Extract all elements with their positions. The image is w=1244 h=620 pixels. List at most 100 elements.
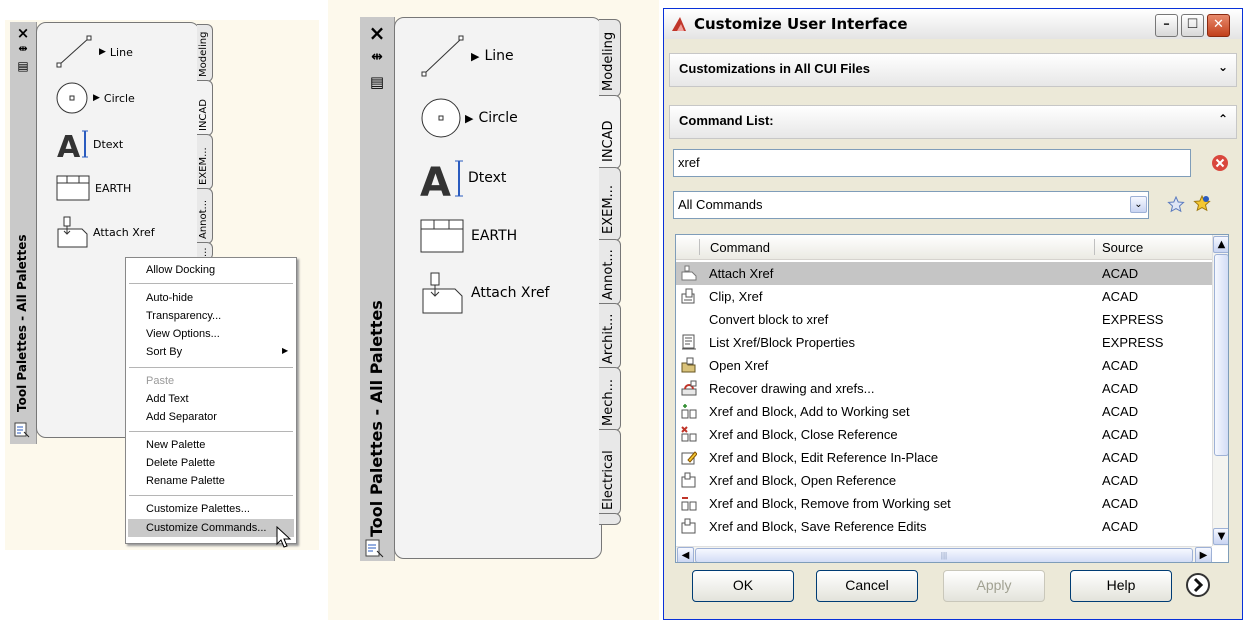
command-filter-select[interactable]: All Commands ⌄	[673, 191, 1149, 219]
table-row[interactable]: Xref and Block, Open Reference ACAD	[676, 469, 1212, 492]
table-row[interactable]: Recover drawing and xrefs... ACAD	[676, 377, 1212, 400]
menu-item-sort-by[interactable]: Sort By	[146, 344, 182, 360]
menu-item-transparency[interactable]: Transparency...	[146, 308, 221, 324]
expand-dialog-icon[interactable]	[1185, 572, 1211, 598]
tool-circle[interactable]: ▶ Circle	[55, 81, 135, 115]
tool-line[interactable]: ▶ Line	[419, 34, 514, 78]
menu-item-add-text[interactable]: Add Text	[146, 391, 189, 407]
menu-separator	[129, 367, 293, 368]
tool-label: Attach Xref	[471, 285, 550, 301]
help-button[interactable]: Help	[1070, 570, 1172, 602]
close-icon[interactable]: ×	[10, 24, 36, 42]
scroll-down-icon[interactable]: ▼	[1213, 528, 1228, 545]
tool-line[interactable]: ▶ Line	[55, 35, 133, 69]
tool-dtext[interactable]: A Dtext	[419, 156, 506, 200]
command-search-input[interactable]: xref	[673, 149, 1191, 177]
tool-circle[interactable]: ▶ Circle	[419, 96, 518, 140]
autohide-icon[interactable]: ⇹	[360, 49, 394, 65]
tab-exem[interactable]: EXEM...	[599, 167, 621, 241]
chevron-down-icon[interactable]: ⌄	[1130, 196, 1147, 213]
close-icon[interactable]: ×	[360, 21, 394, 45]
tab-mech[interactable]: Mech...	[599, 367, 621, 431]
palette-menu-icon[interactable]	[365, 539, 385, 559]
tab-incad[interactable]: INCAD	[599, 95, 621, 169]
command-list-section-header[interactable]: Command List: ⌃	[669, 105, 1237, 139]
properties-icon[interactable]: ▤	[360, 73, 394, 91]
menu-item-new-palette[interactable]: New Palette	[146, 437, 205, 453]
context-menu: Allow Docking Auto-hide Transparency... …	[125, 257, 297, 548]
table-row[interactable]: Xref and Block, Save Reference Edits ACAD	[676, 515, 1212, 538]
scroll-right-icon[interactable]: ▶	[1195, 547, 1212, 562]
open-reference-icon	[681, 472, 696, 488]
menu-item-allow-docking[interactable]: Allow Docking	[146, 262, 215, 278]
menu-item-view-options[interactable]: View Options...	[146, 326, 220, 342]
tab-annot[interactable]: Annot...	[599, 239, 621, 305]
hscroll-thumb[interactable]: |||	[695, 548, 1193, 562]
maximize-button[interactable]: ☐	[1181, 14, 1204, 37]
ok-button[interactable]: OK	[692, 570, 794, 602]
tool-attach-xref[interactable]: Attach Xref	[419, 270, 550, 316]
tool-label: EARTH	[471, 228, 518, 244]
tab-incad[interactable]: INCAD	[197, 80, 213, 136]
attach-xref-icon	[57, 216, 88, 248]
palette-menu-icon[interactable]	[14, 422, 30, 438]
menu-item-auto-hide[interactable]: Auto-hide	[146, 290, 193, 306]
section-title: Customizations in All CUI Files	[679, 61, 870, 76]
dialog-titlebar[interactable]: Customize User Interface – ☐ ✕	[664, 9, 1242, 39]
properties-icon[interactable]: ▤	[10, 59, 36, 73]
table-row[interactable]: Xref and Block, Edit Reference In-Place A…	[676, 446, 1212, 469]
clear-search-icon[interactable]	[1211, 154, 1229, 172]
column-source[interactable]: Source	[1102, 240, 1143, 255]
header-divider	[1094, 239, 1095, 255]
circle-icon	[56, 82, 88, 114]
menu-item-rename-palette[interactable]: Rename Palette	[146, 473, 225, 489]
menu-separator	[129, 283, 293, 284]
customizations-section-header[interactable]: Customizations in All CUI Files ⌄	[669, 53, 1237, 87]
autohide-icon[interactable]: ⇹	[10, 42, 36, 55]
chevron-down-icon[interactable]: ⌄	[1218, 60, 1228, 74]
table-row[interactable]: Convert block to xref EXPRESS	[676, 308, 1212, 331]
scroll-left-icon[interactable]: ◀	[677, 547, 694, 562]
tab-archit[interactable]: Archit...	[599, 303, 621, 369]
scroll-thumb[interactable]	[1214, 254, 1228, 456]
vertical-scrollbar[interactable]: ▲ ▼	[1212, 235, 1228, 546]
menu-item-customize-palettes[interactable]: Customize Palettes...	[146, 501, 250, 517]
new-command-star-icon[interactable]	[1193, 195, 1211, 213]
minimize-button[interactable]: –	[1155, 14, 1178, 37]
tab-exem[interactable]: EXEM...	[197, 134, 213, 190]
menu-item-delete-palette[interactable]: Delete Palette	[146, 455, 215, 471]
tool-label: Line	[109, 45, 133, 59]
dtext-icon: A	[420, 160, 463, 200]
chevron-up-icon[interactable]: ⌃	[1218, 112, 1228, 126]
tool-attach-xref[interactable]: Attach Xref	[55, 215, 155, 249]
tool-dtext[interactable]: A Dtext	[55, 127, 123, 161]
tool-label: Dtext	[468, 170, 507, 186]
table-row[interactable]: Clip, Xref ACAD	[676, 285, 1212, 308]
table-row[interactable]: Xref and Block, Add to Working set ACAD	[676, 400, 1212, 423]
right-palette-titlebar[interactable]: × ⇹ ▤ Tool Palettes - All Palettes	[360, 17, 395, 561]
table-row[interactable]: List Xref/Block Properties EXPRESS	[676, 331, 1212, 354]
tab-modeling[interactable]: Modeling	[197, 24, 213, 82]
tab-electrical[interactable]: Electrical	[599, 429, 621, 515]
star-icon[interactable]	[1167, 196, 1185, 214]
menu-item-customize-commands[interactable]: Customize Commands...	[146, 520, 266, 536]
column-command[interactable]: Command	[710, 240, 770, 255]
tab-annot[interactable]: Annot...	[197, 188, 213, 244]
close-button[interactable]: ✕	[1207, 14, 1230, 37]
table-row[interactable]: Attach Xref ACAD	[676, 262, 1212, 285]
tool-earth[interactable]: EARTH	[419, 216, 517, 256]
table-header: Command Source	[676, 235, 1212, 260]
table-row[interactable]: Xref and Block, Close Reference ACAD	[676, 423, 1212, 446]
tool-earth[interactable]: EARTH	[55, 173, 131, 203]
tool-label: Circle	[478, 110, 518, 126]
scroll-up-icon[interactable]: ▲	[1213, 236, 1228, 253]
menu-item-add-separator[interactable]: Add Separator	[146, 409, 217, 425]
table-row[interactable]: Open Xref ACAD	[676, 354, 1212, 377]
menu-separator	[129, 495, 293, 496]
table-row[interactable]: Xref and Block, Remove from Working set A…	[676, 492, 1212, 515]
horizontal-scrollbar[interactable]: ◀ ||| ▶	[676, 546, 1212, 562]
tab-modeling[interactable]: Modeling	[599, 19, 621, 97]
cancel-button[interactable]: Cancel	[816, 570, 918, 602]
left-palette-titlebar[interactable]: × ⇹ ▤ Tool Palettes - All Palettes	[10, 22, 37, 444]
customize-user-interface-dialog: Customize User Interface – ☐ ✕ Customiza…	[663, 8, 1243, 620]
